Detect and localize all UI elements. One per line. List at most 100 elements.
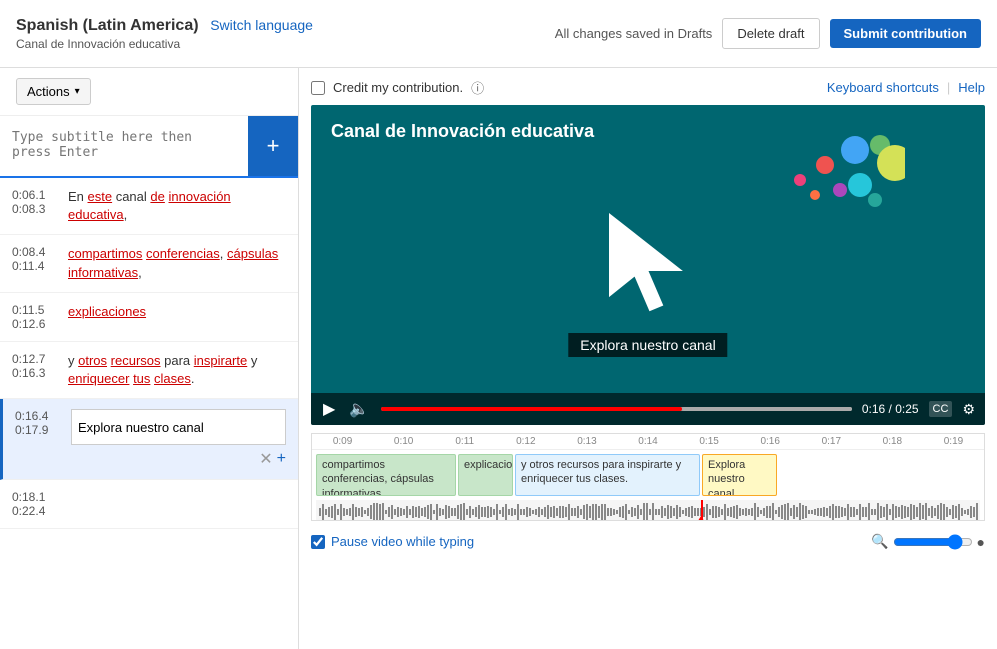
active-edit-actions: ✕ + bbox=[71, 449, 286, 469]
zoom-controls: 🔍 ● bbox=[871, 533, 985, 550]
video-controls: ▶ 🔈 0:16 / 0:25 CC ⚙ bbox=[311, 393, 985, 425]
time-column: 0:06.1 0:08.3 bbox=[12, 188, 60, 216]
right-panel: Credit my contribution. ⓘ Keyboard short… bbox=[299, 68, 997, 649]
main-layout: Actions ▾ + 0:06.1 0:08.3 En este canal … bbox=[0, 68, 997, 649]
subtitle-text: explicaciones bbox=[68, 303, 286, 321]
progress-fill bbox=[381, 407, 682, 411]
time-end: 0:17.9 bbox=[15, 423, 63, 437]
underlined-text: clases bbox=[154, 371, 191, 386]
underlined-text: cápsulas bbox=[227, 246, 278, 261]
save-status: All changes saved in Drafts bbox=[555, 26, 713, 41]
underlined-text: tus bbox=[133, 371, 150, 386]
underlined-text: informativas bbox=[68, 265, 138, 280]
left-panel: Actions ▾ + 0:06.1 0:08.3 En este canal … bbox=[0, 68, 299, 649]
help-link[interactable]: Help bbox=[958, 80, 985, 95]
credit-checkbox[interactable] bbox=[311, 81, 325, 95]
video-player: Canal de Innovación educativa Explora nu… bbox=[311, 105, 985, 425]
caption-block-active[interactable]: Explora nuestro canal bbox=[702, 454, 777, 496]
time-column: 0:11.5 0:12.6 bbox=[12, 303, 60, 331]
underlined-text: de bbox=[150, 189, 164, 204]
time-column: 0:16.4 0:17.9 bbox=[15, 409, 63, 437]
time-end: 0:16.3 bbox=[12, 366, 60, 380]
timeline-time: 0:10 bbox=[373, 436, 434, 447]
separator: | bbox=[947, 80, 950, 95]
timeline-captions: compartimos conferencias, cápsulas infor… bbox=[312, 450, 984, 500]
playhead bbox=[701, 500, 703, 521]
actions-bar: Actions ▾ bbox=[0, 68, 298, 116]
progress-remaining bbox=[682, 407, 851, 411]
switch-language-link[interactable]: Switch language bbox=[210, 17, 313, 33]
caption-block[interactable]: explicaciones bbox=[458, 454, 513, 496]
time-start: 0:11.5 bbox=[12, 303, 60, 317]
language-title: Spanish (Latin America) bbox=[16, 17, 199, 34]
add-line-button[interactable]: + bbox=[277, 449, 286, 469]
active-edit-area: ✕ + bbox=[71, 409, 286, 469]
captions-button[interactable]: CC bbox=[929, 401, 953, 417]
list-item-active: 0:16.4 0:17.9 ✕ + bbox=[0, 399, 298, 480]
time-column: 0:08.4 0:11.4 bbox=[12, 245, 60, 273]
timeline-time: 0:15 bbox=[679, 436, 740, 447]
delete-draft-button[interactable]: Delete draft bbox=[722, 18, 819, 49]
timeline-time: 0:09 bbox=[312, 436, 373, 447]
caption-block-highlight[interactable]: y otros recursos para inspirarte y enriq… bbox=[515, 454, 700, 496]
subtitle-text: y otros recursos para inspirarte y enriq… bbox=[68, 352, 286, 388]
add-subtitle-button[interactable]: + bbox=[248, 116, 298, 176]
time-end: 0:11.4 bbox=[12, 259, 60, 273]
volume-button[interactable]: 🔈 bbox=[347, 399, 371, 419]
underlined-text: recursos bbox=[111, 353, 161, 368]
pause-video-label[interactable]: Pause video while typing bbox=[331, 534, 474, 549]
timeline-time: 0:12 bbox=[495, 436, 556, 447]
timeline-time: 0:17 bbox=[801, 436, 862, 447]
dropdown-arrow-icon: ▾ bbox=[75, 86, 80, 97]
timeline-time: 0:13 bbox=[556, 436, 617, 447]
timeline-time: 0:18 bbox=[862, 436, 923, 447]
keyboard-shortcuts-link[interactable]: Keyboard shortcuts bbox=[827, 80, 939, 95]
list-item: 0:06.1 0:08.3 En este canal de innovació… bbox=[0, 178, 298, 235]
list-item: 0:11.5 0:12.6 explicaciones bbox=[0, 293, 298, 342]
time-start: 0:16.4 bbox=[15, 409, 63, 423]
progress-bar[interactable] bbox=[381, 407, 852, 411]
remove-subtitle-button[interactable]: ✕ bbox=[259, 449, 272, 469]
zoom-in-icon[interactable]: ● bbox=[977, 534, 985, 550]
underlined-text: conferencias bbox=[146, 246, 220, 261]
bubbles-decoration bbox=[765, 135, 905, 255]
cursor-icon bbox=[600, 205, 720, 325]
underlined-text: otros bbox=[78, 353, 107, 368]
current-time: 0:16 bbox=[862, 402, 885, 416]
time-start: 0:06.1 bbox=[12, 188, 60, 202]
pause-video-checkbox[interactable] bbox=[311, 535, 325, 549]
video-title: Canal de Innovación educativa bbox=[331, 121, 594, 142]
actions-button[interactable]: Actions ▾ bbox=[16, 78, 91, 105]
submit-button[interactable]: Submit contribution bbox=[830, 19, 981, 48]
underlined-text: enriquecer bbox=[68, 371, 129, 386]
underlined-text: compartimos bbox=[68, 246, 142, 261]
credit-row: Credit my contribution. ⓘ Keyboard short… bbox=[311, 78, 985, 97]
header-left: Spanish (Latin America) Switch language … bbox=[16, 17, 313, 51]
active-subtitle-input[interactable] bbox=[71, 409, 286, 445]
settings-button[interactable]: ⚙ bbox=[962, 401, 975, 418]
timeline-waveform bbox=[316, 500, 980, 521]
underlined-text: innovación bbox=[169, 189, 231, 204]
timeline-time: 0:19 bbox=[923, 436, 984, 447]
zoom-slider[interactable] bbox=[893, 534, 973, 550]
time-display: 0:16 / 0:25 bbox=[862, 402, 919, 416]
bottom-bar: Pause video while typing 🔍 ● bbox=[311, 529, 985, 554]
underlined-text: educativa bbox=[68, 207, 124, 222]
actions-label: Actions bbox=[27, 84, 70, 99]
subtitle-list: 0:06.1 0:08.3 En este canal de innovació… bbox=[0, 178, 298, 649]
timeline[interactable]: 0:09 0:10 0:11 0:12 0:13 0:14 0:15 0:16 … bbox=[311, 433, 985, 521]
subtitle-input[interactable] bbox=[0, 116, 248, 176]
subtitle-text: En este canal de innovación educativa, bbox=[68, 188, 286, 224]
header-right: All changes saved in Drafts Delete draft… bbox=[555, 18, 981, 49]
time-start: 0:12.7 bbox=[12, 352, 60, 366]
zoom-out-icon[interactable]: 🔍 bbox=[871, 533, 888, 550]
time-start: 0:18.1 bbox=[12, 490, 60, 504]
help-circle-icon[interactable]: ⓘ bbox=[471, 78, 484, 97]
time-end: 0:12.6 bbox=[12, 317, 60, 331]
underlined-text: explicaciones bbox=[68, 304, 146, 319]
total-time: 0:25 bbox=[895, 402, 918, 416]
caption-block[interactable]: compartimos conferencias, cápsulas infor… bbox=[316, 454, 456, 496]
credit-label: Credit my contribution. bbox=[333, 80, 463, 95]
underlined-text: este bbox=[88, 189, 113, 204]
play-button[interactable]: ▶ bbox=[321, 399, 337, 419]
